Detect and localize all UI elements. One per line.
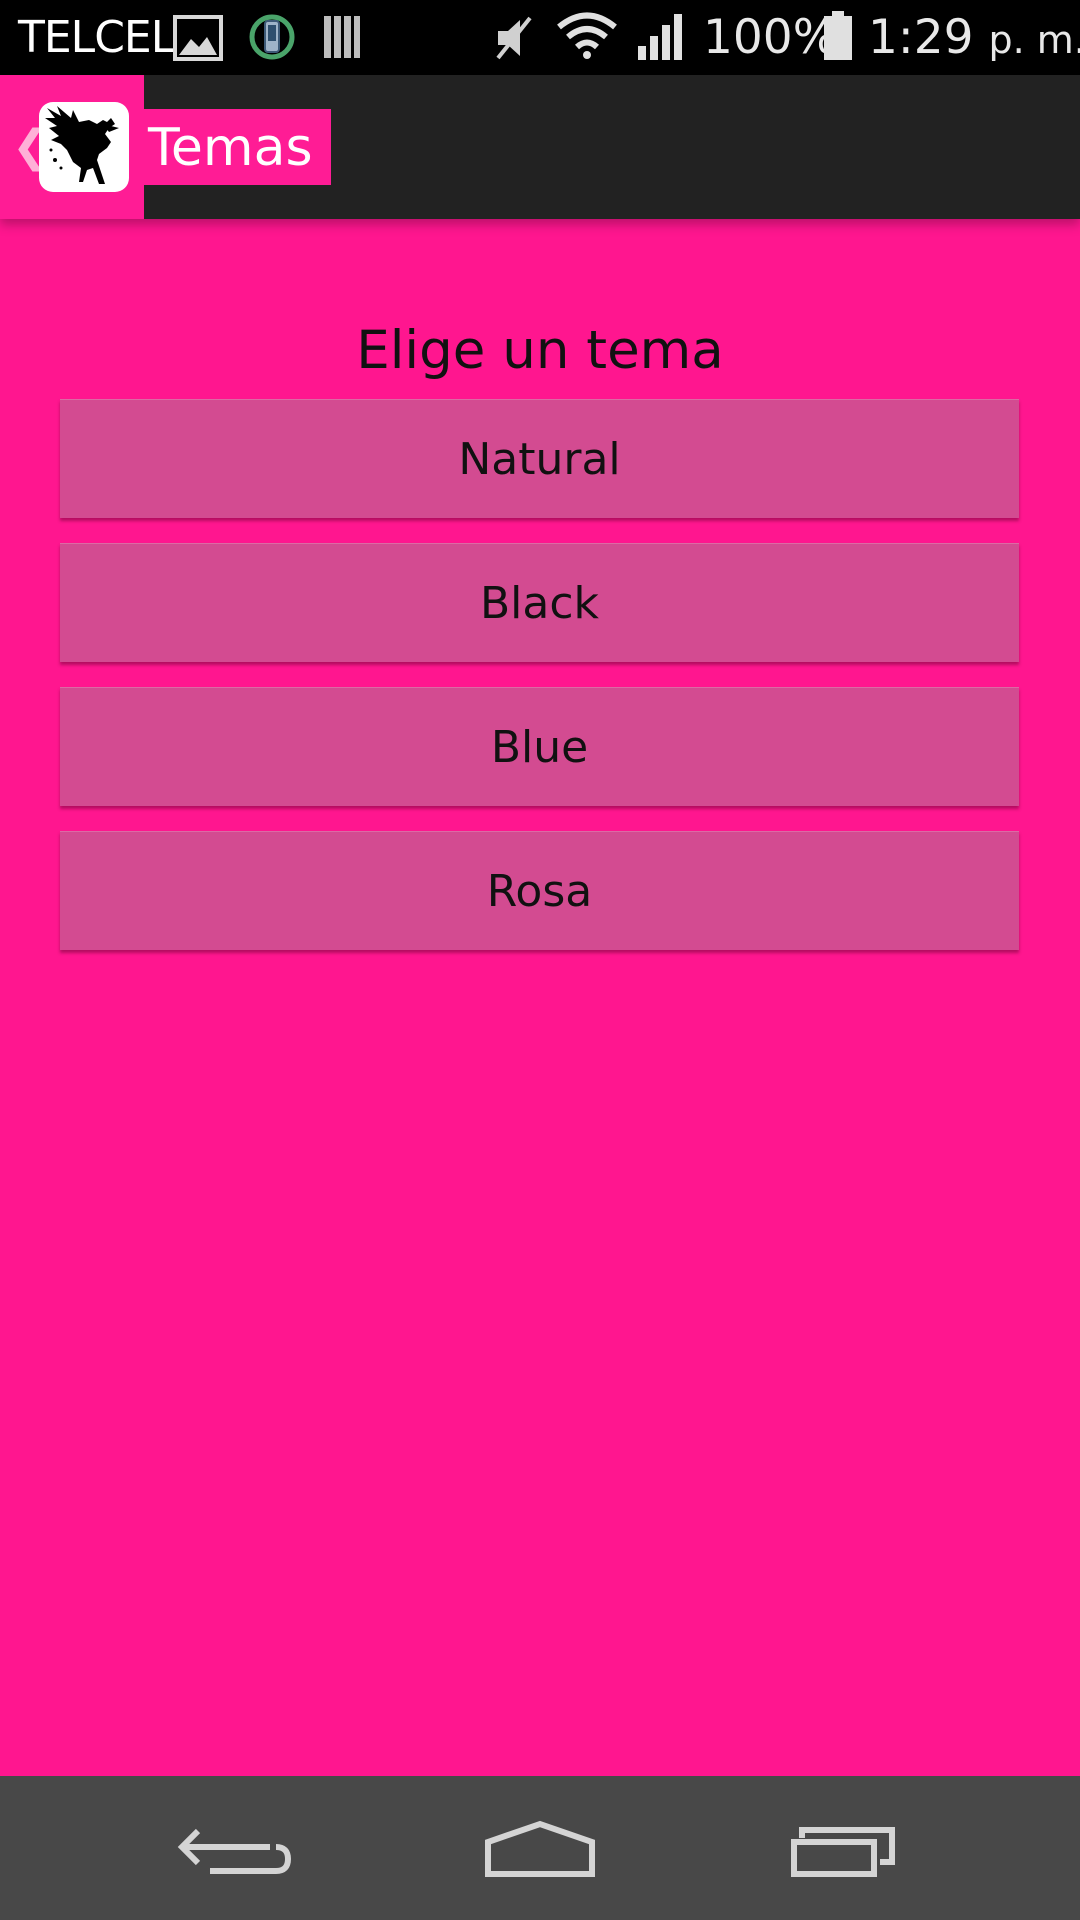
theme-black-button[interactable]: Black [60,543,1019,662]
battery-icon [824,11,852,60]
phone-sync-icon [249,14,295,60]
carrier-name: TELCEL [18,12,175,63]
nav-home-button[interactable] [440,1776,640,1920]
navigation-bar [0,1776,1080,1920]
theme-blue-button[interactable]: Blue [60,687,1019,806]
crow-logo [39,102,129,192]
theme-rosa-button[interactable]: Rosa [60,831,1019,950]
signal-icon [638,14,682,60]
image-notification-icon [173,15,223,61]
nav-back-button[interactable] [140,1776,340,1920]
back-icon [177,1828,292,1874]
page-title: Temas [148,118,313,178]
theme-heading: Elige un tema [356,320,724,381]
mute-icon [496,16,532,60]
theme-natural-button[interactable]: Natural [60,399,1019,518]
battery-level: 100% [703,10,838,65]
status-bar: TELCEL 100% 1:29 p. m. [0,0,1080,75]
action-bar: ❮ Temas [0,75,1080,219]
recents-icon [791,1827,895,1877]
clock-time: 1:29 [868,10,974,65]
home-icon [485,1820,595,1877]
wifi-icon [557,12,617,59]
action-bar-title-box: Temas [144,109,331,185]
clock: 1:29 p. m. [868,8,1080,70]
nav-recents-button[interactable] [742,1776,942,1920]
up-navigation-button[interactable]: ❮ [0,75,144,219]
clock-ampm: p. m. [988,18,1080,62]
storage-icon [324,16,360,58]
